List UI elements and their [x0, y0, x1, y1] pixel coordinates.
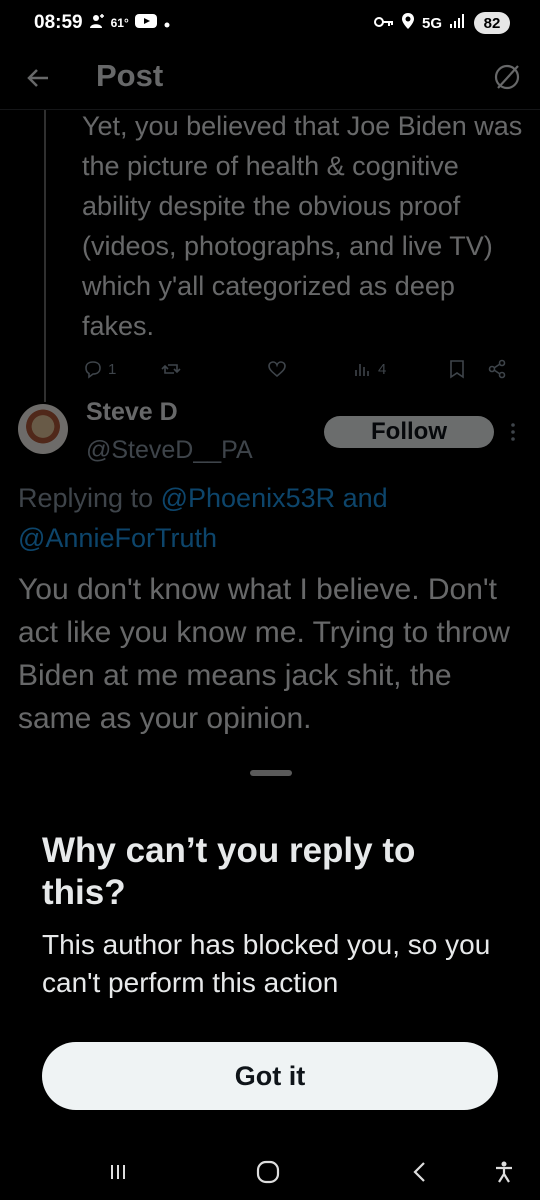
- chevron-left-icon: [413, 1162, 425, 1182]
- retweet-icon: [161, 364, 181, 374]
- accessibility-button[interactable]: [482, 1154, 526, 1190]
- mention-and: and: [342, 483, 388, 513]
- arrow-left-icon[interactable]: [22, 62, 54, 94]
- replying-to: Replying to @Phoenix53R and @AnnieForTru…: [18, 478, 528, 558]
- sheet-title: Why can’t you reply to this?: [42, 831, 416, 912]
- views-action[interactable]: 4: [352, 354, 386, 384]
- mention-link[interactable]: @Phoenix53R: [161, 483, 336, 513]
- back-button[interactable]: [398, 1154, 442, 1190]
- mention-link[interactable]: @AnnieForTruth: [18, 523, 217, 553]
- bar-chart-icon: [355, 364, 369, 376]
- system-nav-bar: [0, 1150, 540, 1200]
- view-count: 4: [378, 360, 387, 378]
- home-icon: [256, 1160, 280, 1184]
- network-type: 5G: [421, 14, 442, 32]
- sheet-message: This author has blocked you, so you can'…: [42, 929, 491, 998]
- heart-icon: [268, 361, 286, 378]
- author-handle[interactable]: @SteveD__PA: [86, 436, 253, 465]
- reply-text: You don't know what I believe. Don't act…: [18, 573, 510, 735]
- post-header: Post: [0, 46, 540, 110]
- like-action[interactable]: [266, 354, 288, 384]
- no-symbol-icon: [492, 62, 522, 92]
- home-button[interactable]: [246, 1154, 290, 1190]
- signal-icon: [449, 13, 467, 33]
- accessibility-icon: [496, 1161, 512, 1183]
- reply-count: 1: [108, 360, 117, 378]
- bookmark-action[interactable]: [446, 354, 468, 384]
- battery-indicator: 82: [474, 12, 510, 34]
- bookmark-icon: [450, 360, 464, 379]
- status-left: 08:59 61°: [34, 10, 171, 36]
- post-screen: Post Yet, you believed that Joe Biden wa…: [0, 46, 540, 766]
- replying-prefix: Replying to: [18, 483, 154, 513]
- tweet-actions: 1 4: [82, 354, 522, 384]
- sheet-drag-handle[interactable]: [250, 770, 292, 776]
- share-action[interactable]: [486, 354, 508, 384]
- page-title: Post: [96, 58, 164, 93]
- recent-apps-button[interactable]: [96, 1154, 140, 1190]
- bottom-sheet: Why can’t you reply to this? This author…: [0, 760, 540, 1150]
- location-icon: [401, 12, 415, 34]
- follow-button[interactable]: Follow: [324, 416, 494, 448]
- retweet-action[interactable]: [160, 354, 182, 384]
- recent-apps-icon: [111, 1165, 125, 1179]
- share-icon: [488, 359, 506, 379]
- author-name[interactable]: Steve D: [86, 398, 178, 427]
- status-bar: 08:59 61° 5G 82: [0, 0, 540, 46]
- thread-connector: [44, 110, 46, 402]
- status-time: 08:59: [34, 12, 83, 33]
- reply-action[interactable]: 1: [82, 354, 116, 384]
- status-right: 5G 82: [373, 10, 510, 36]
- avatar[interactable]: [18, 404, 68, 454]
- comment-icon: [85, 361, 101, 379]
- key-icon: [373, 14, 394, 33]
- got-it-button[interactable]: Got it: [42, 1042, 498, 1110]
- notification-dot-icon: [163, 14, 171, 33]
- parent-tweet-text: Yet, you believed that Joe Biden was the…: [82, 111, 523, 341]
- more-options-icon[interactable]: [506, 420, 520, 444]
- youtube-icon: [134, 13, 157, 33]
- person-icon: [89, 13, 105, 33]
- temperature: 61°: [110, 16, 129, 30]
